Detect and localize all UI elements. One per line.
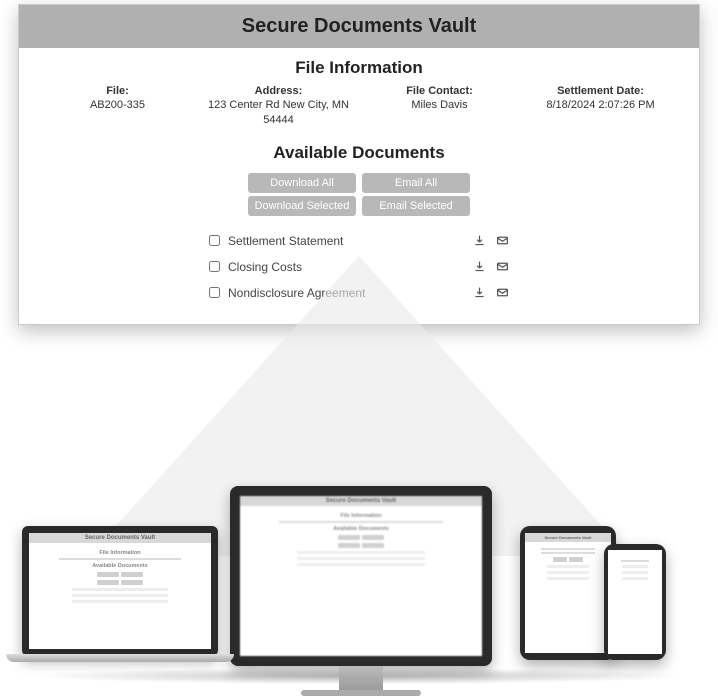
available-docs-heading: Available Documents: [19, 133, 699, 169]
file-label: File:: [37, 84, 198, 98]
mini-file-info: File Information: [244, 513, 478, 519]
download-all-button[interactable]: Download All: [248, 173, 356, 193]
document-checkbox[interactable]: [209, 235, 220, 246]
phone-mockup: [604, 544, 666, 660]
settlement-date: Settlement Date: 8/18/2024 2:07:26 PM: [520, 84, 681, 113]
tablet-mockup: Secure Documents Vault: [520, 526, 616, 660]
laptop-mockup: Secure Documents Vault File Information …: [22, 526, 218, 656]
action-buttons: Download All Email All Download Selected…: [19, 169, 699, 228]
file-contact: File Contact: Miles Davis: [359, 84, 520, 113]
file-info-heading: File Information: [19, 48, 699, 84]
file-info-row: File: AB200-335 Address: 123 Center Rd N…: [19, 84, 699, 133]
document-row: Settlement Statement: [209, 228, 509, 254]
settlement-label: Settlement Date:: [520, 84, 681, 98]
address-value: 123 Center Rd New City, MN 54444: [208, 99, 349, 125]
desktop-mockup: Secure Documents Vault File Information …: [230, 486, 492, 666]
email-icon[interactable]: [496, 234, 509, 247]
mini-file-info: File Information: [33, 550, 207, 556]
mini-title: Secure Documents Vault: [240, 496, 482, 506]
address-label: Address:: [198, 84, 359, 98]
device-mockups: Secure Documents Vault File Information …: [0, 316, 718, 696]
contact-value: Miles Davis: [411, 99, 467, 111]
email-selected-button[interactable]: Email Selected: [362, 196, 470, 216]
mini-avail: Available Documents: [33, 563, 207, 569]
address: Address: 123 Center Rd New City, MN 5444…: [198, 84, 359, 127]
email-all-button[interactable]: Email All: [362, 173, 470, 193]
download-selected-button[interactable]: Download Selected: [248, 196, 356, 216]
file-value: AB200-335: [90, 99, 145, 111]
download-icon[interactable]: [473, 234, 486, 247]
contact-label: File Contact:: [359, 84, 520, 98]
mini-title: Secure Documents Vault: [525, 533, 611, 542]
file-number: File: AB200-335: [37, 84, 198, 113]
settlement-value: 8/18/2024 2:07:26 PM: [546, 99, 654, 111]
app-title: Secure Documents Vault: [19, 5, 699, 48]
mini-avail: Available Documents: [244, 526, 478, 532]
mini-title: Secure Documents Vault: [29, 533, 211, 543]
document-name: Settlement Statement: [228, 234, 473, 248]
